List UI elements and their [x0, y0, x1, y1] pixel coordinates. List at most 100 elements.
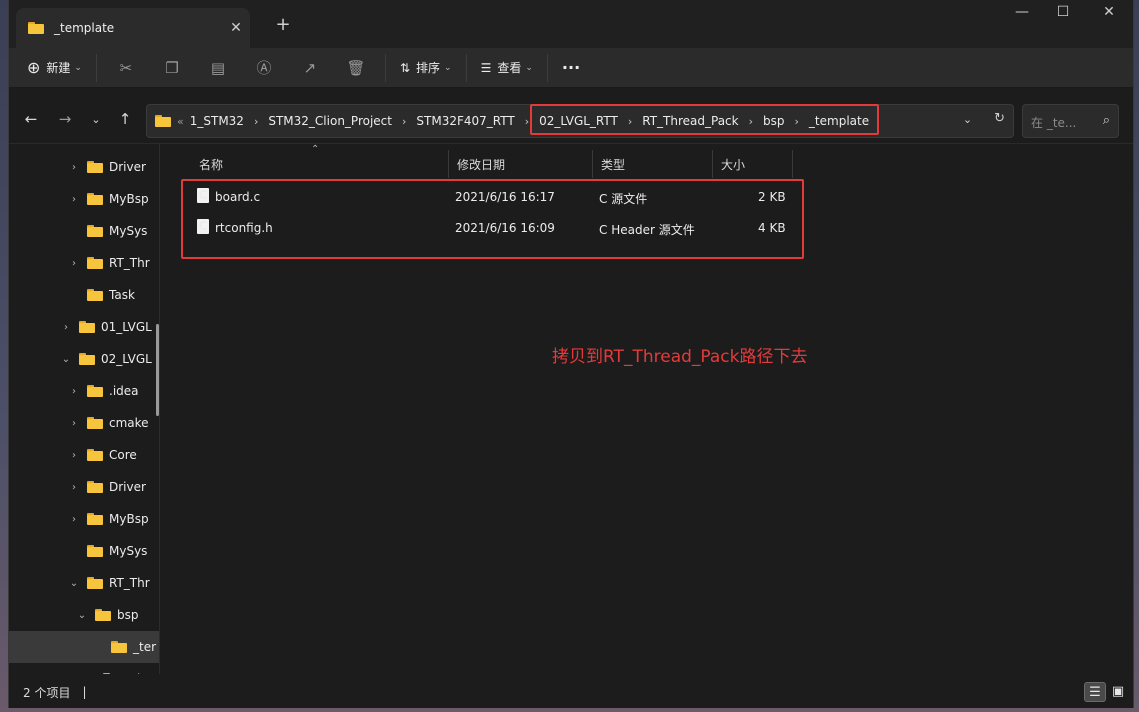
toolbar-divider	[95, 53, 97, 82]
chevron-right-icon[interactable]: ›	[83, 674, 97, 675]
tree-item-rt-thread[interactable]: › RT_Thr	[9, 247, 159, 279]
file-list: ⌃ 名称 修改日期 类型 大小 C board.c 2021/6/16 16:1…	[167, 144, 1127, 674]
chevron-right-icon[interactable]: ›	[67, 162, 81, 173]
cut-icon[interactable]: ✂	[103, 59, 149, 77]
tree-item-driver[interactable]: › Driver	[9, 151, 159, 183]
chevron-right-icon[interactable]: ›	[67, 450, 81, 461]
column-header-date[interactable]: 修改日期	[449, 150, 593, 178]
tree-item-bsp[interactable]: ⌄ bsp	[9, 599, 159, 631]
column-header-name[interactable]: 名称	[191, 150, 449, 178]
chevron-right-icon[interactable]: ›	[628, 115, 632, 128]
tree-item-driver-2[interactable]: › Driver	[9, 471, 159, 503]
folder-icon	[79, 353, 95, 365]
tree-item-core[interactable]: › Core	[9, 439, 159, 471]
copy-icon[interactable]: ❐	[149, 59, 195, 77]
details-view-icon[interactable]: ☰	[1084, 682, 1106, 702]
tiles-view-icon[interactable]: ▣	[1107, 682, 1129, 702]
breadcrumb-bsp[interactable]: bsp	[763, 114, 785, 128]
chevron-right-icon[interactable]: ›	[67, 514, 81, 525]
tree-item-template[interactable]: _ter	[9, 631, 159, 663]
tree-item-01-lvgl[interactable]: › 01_LVGL	[9, 311, 159, 343]
new-tab-button[interactable]: +	[271, 14, 295, 35]
column-header-type[interactable]: 类型	[593, 150, 713, 178]
rename-icon[interactable]: Ⓐ	[241, 57, 287, 78]
tree-item-gd3[interactable]: › gd3	[9, 663, 159, 674]
chevron-right-icon[interactable]: ›	[254, 115, 258, 128]
tree-item-mybsp-2[interactable]: › MyBsp	[9, 503, 159, 535]
delete-icon[interactable]: 🗑	[333, 59, 379, 77]
tab-template[interactable]: _template ✕	[16, 8, 250, 48]
chevron-right-icon[interactable]: ›	[67, 194, 81, 205]
breadcrumb-02-lvgl-rtt[interactable]: 02_LVGL_RTT	[539, 114, 618, 128]
close-window-button[interactable]: ✕	[1097, 4, 1121, 28]
search-input[interactable]: 在 _te... ⌕	[1022, 104, 1119, 138]
tree-label: MyBsp	[109, 512, 149, 526]
folder-icon	[87, 385, 103, 397]
chevron-down-icon[interactable]: ⌄	[75, 610, 89, 621]
sort-label: 排序	[416, 61, 441, 75]
breadcrumb-template[interactable]: _template	[809, 114, 869, 128]
folder-icon	[87, 449, 103, 461]
overflow-icon[interactable]: «	[177, 115, 184, 128]
toolbar-divider	[546, 53, 548, 82]
sort-icon: ⇅	[399, 60, 411, 75]
chevron-right-icon[interactable]: ›	[67, 386, 81, 397]
more-options-button[interactable]: ···	[554, 52, 588, 84]
tree-label: Core	[109, 448, 137, 462]
folder-icon	[87, 513, 103, 525]
column-header-size[interactable]: 大小	[713, 150, 793, 178]
up-arrow-icon[interactable]: ↑	[113, 110, 137, 128]
chevron-right-icon[interactable]: ›	[749, 115, 753, 128]
folder-icon	[103, 673, 119, 674]
tree-item-cmake[interactable]: › cmake	[9, 407, 159, 439]
tree-label: Driver	[109, 480, 146, 494]
new-button[interactable]: ⊕ 新建 ⌄	[9, 52, 90, 84]
tree-item-mybsp[interactable]: › MyBsp	[9, 183, 159, 215]
recent-chevron-icon[interactable]: ⌄	[84, 113, 108, 126]
tree-item-idea[interactable]: › .idea	[9, 375, 159, 407]
chevron-right-icon[interactable]: ›	[67, 482, 81, 493]
chevron-right-icon[interactable]: ›	[402, 115, 406, 128]
breadcrumb-rt-thread-pack[interactable]: RT_Thread_Pack	[642, 114, 738, 128]
breadcrumb-stm32f407-rtt[interactable]: STM32F407_RTT	[416, 114, 514, 128]
sort-button[interactable]: ⇅ 排序 ⌄	[392, 52, 460, 84]
refresh-icon[interactable]: ↻	[994, 111, 1005, 126]
back-arrow-icon[interactable]: ←	[19, 110, 43, 128]
folder-icon	[87, 577, 103, 589]
file-row[interactable]: C rtconfig.h 2021/6/16 16:09 C Header 源文…	[187, 213, 787, 243]
view-button[interactable]: ☰ 查看 ⌄	[473, 52, 541, 84]
search-icon: ⌕	[1102, 113, 1110, 128]
status-bar: 2 个项目 | ☰ ▣	[9, 676, 1133, 708]
tree-item-rt-thread-2[interactable]: ⌄ RT_Thr	[9, 567, 159, 599]
breadcrumb-1-stm32[interactable]: 1_STM32	[190, 114, 244, 128]
forward-arrow-icon[interactable]: →	[53, 110, 77, 128]
paste-icon[interactable]: ▤	[195, 59, 241, 77]
tree-item-task[interactable]: Task	[9, 279, 159, 311]
toolbar-divider	[465, 53, 467, 82]
maximize-button[interactable]: ☐	[1051, 4, 1075, 28]
tree-label: cmake	[109, 416, 149, 430]
chevron-right-icon[interactable]: ›	[525, 115, 529, 128]
chevron-right-icon[interactable]: ›	[67, 258, 81, 269]
minimize-button[interactable]: —	[1010, 4, 1034, 28]
address-actions: ⌄ ↻	[963, 111, 1005, 126]
address-bar[interactable]: « 1_STM32 › STM32_Clion_Project › STM32F…	[146, 104, 1014, 138]
chevron-down-icon[interactable]: ⌄	[67, 578, 81, 589]
file-name: rtconfig.h	[215, 221, 273, 235]
chevron-right-icon[interactable]: ›	[795, 115, 799, 128]
chevron-right-icon[interactable]: ›	[67, 418, 81, 429]
pane-divider[interactable]	[159, 144, 160, 674]
chevron-down-icon[interactable]: ⌄	[59, 354, 73, 365]
share-icon[interactable]: ↗	[287, 59, 333, 77]
chevron-right-icon[interactable]: ›	[59, 322, 73, 333]
tree-item-mysys[interactable]: MySys	[9, 215, 159, 247]
breadcrumb-clion-project[interactable]: STM32_Clion_Project	[268, 114, 392, 128]
history-chevron-icon[interactable]: ⌄	[963, 111, 972, 126]
tab-close-icon[interactable]: ✕	[222, 20, 250, 36]
tree-item-mysys-2[interactable]: MySys	[9, 535, 159, 567]
tree-label: MySys	[109, 224, 148, 238]
file-row[interactable]: C board.c 2021/6/16 16:17 C 源文件 2 KB	[187, 182, 787, 212]
tree-item-02-lvgl[interactable]: ⌄ 02_LVGL	[9, 343, 159, 375]
folder-icon	[87, 257, 103, 269]
folder-icon	[87, 161, 103, 173]
